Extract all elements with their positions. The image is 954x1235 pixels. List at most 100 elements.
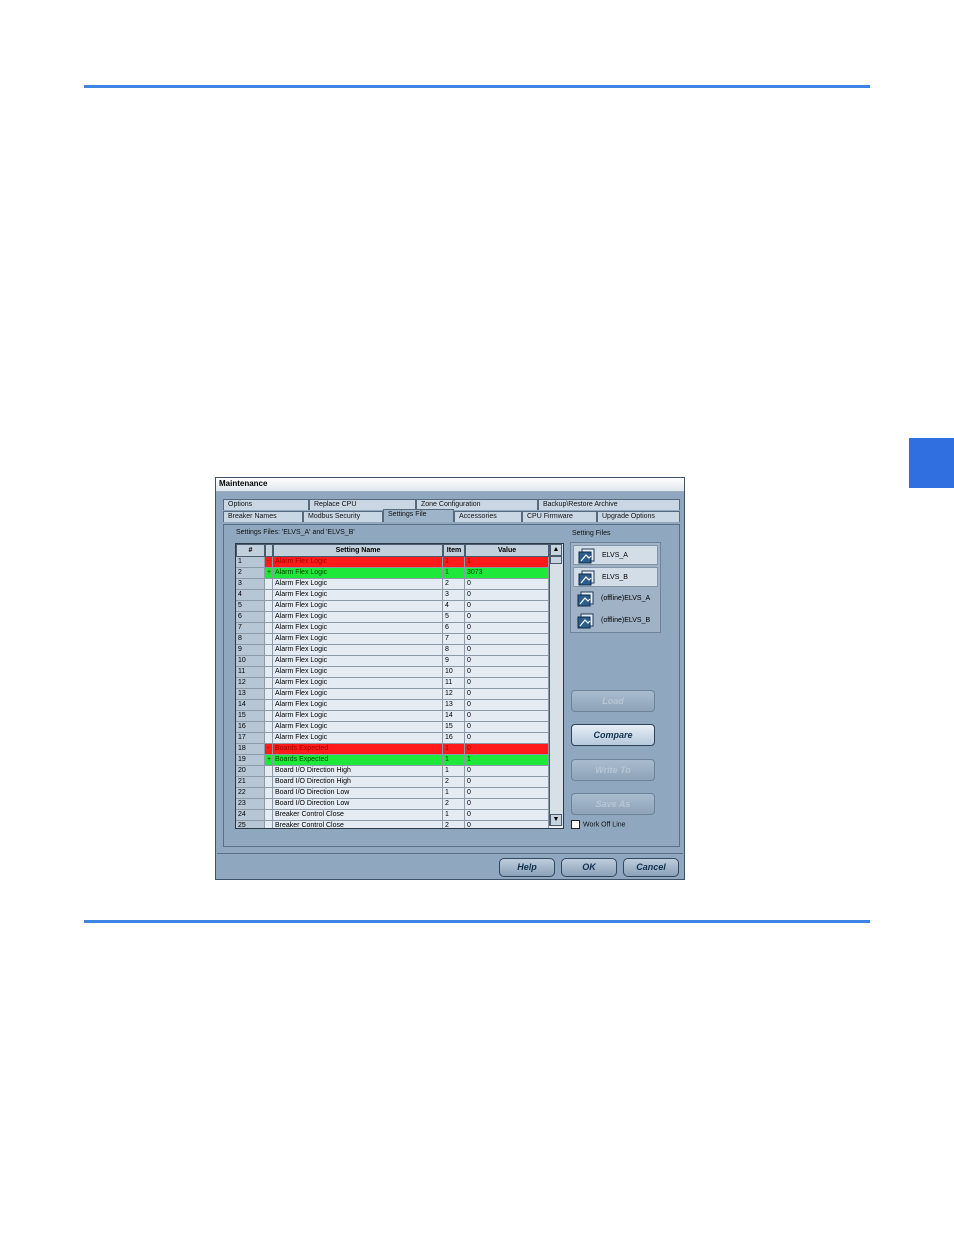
row-item: 5	[443, 612, 465, 623]
title-bar: Maintenance	[216, 478, 684, 492]
row-number: 1	[236, 557, 265, 568]
table-row[interactable]: 4 Alarm Flex Logic 3 0	[236, 590, 549, 601]
save-as-button[interactable]: Save As	[571, 793, 655, 815]
column-header-marker	[265, 544, 273, 557]
row-number: 24	[236, 810, 265, 821]
setting-file-item[interactable]: ELVS_A	[573, 545, 658, 565]
row-diff-marker	[265, 590, 273, 601]
row-diff-marker	[265, 601, 273, 612]
row-number: 4	[236, 590, 265, 601]
table-row[interactable]: 18- Boards Expected 1 0	[236, 744, 549, 755]
table-row[interactable]: 25 Breaker Control Close 2 0	[236, 821, 549, 828]
row-diff-marker	[265, 799, 273, 810]
table-row[interactable]: 21 Board I/O Direction High 2 0	[236, 777, 549, 788]
row-item: 1	[443, 810, 465, 821]
row-item: 2	[443, 799, 465, 810]
row-value: 0	[465, 623, 549, 634]
tab-breaker-names[interactable]: Breaker Names	[223, 511, 303, 522]
row-setting-name: Board I/O Direction Low	[273, 799, 443, 810]
work-off-line-checkbox[interactable]: Work Off Line	[571, 820, 626, 829]
row-diff-marker	[265, 689, 273, 700]
table-row[interactable]: 12 Alarm Flex Logic 11 0	[236, 678, 549, 689]
row-value: 3073	[465, 568, 549, 579]
row-value: 0	[465, 777, 549, 788]
table-row[interactable]: 3 Alarm Flex Logic 2 0	[236, 579, 549, 590]
setting-file-item[interactable]: ELVS_B	[573, 567, 658, 587]
bottom-rule	[84, 920, 870, 923]
row-setting-name: Alarm Flex Logic	[273, 579, 443, 590]
tab-upgrade-options[interactable]: Upgrade Options	[597, 511, 680, 522]
row-number: 21	[236, 777, 265, 788]
write-to-button[interactable]: Write To	[571, 759, 655, 781]
table-row[interactable]: 20 Board I/O Direction High 1 0	[236, 766, 549, 777]
row-setting-name: Alarm Flex Logic	[273, 722, 443, 733]
table-row[interactable]: 15 Alarm Flex Logic 14 0	[236, 711, 549, 722]
table-row[interactable]: 24 Breaker Control Close 1 0	[236, 810, 549, 821]
row-setting-name: Boards Expected	[273, 744, 443, 755]
row-item: 6	[443, 623, 465, 634]
table-row[interactable]: 5 Alarm Flex Logic 4 0	[236, 601, 549, 612]
row-diff-marker	[265, 821, 273, 828]
row-diff-marker	[265, 700, 273, 711]
scroll-thumb[interactable]	[550, 556, 562, 564]
tab-backup-restore-archive[interactable]: Backup\Restore Archive	[538, 499, 680, 510]
row-item: 11	[443, 678, 465, 689]
row-diff-marker	[265, 656, 273, 667]
setting-file-item[interactable]: (offline)ELVS_A	[573, 589, 658, 609]
table-row[interactable]: 11 Alarm Flex Logic 10 0	[236, 667, 549, 678]
cancel-button[interactable]: Cancel	[623, 858, 679, 877]
load-button[interactable]: Load	[571, 690, 655, 712]
row-diff-marker	[265, 711, 273, 722]
scroll-down-arrow-icon[interactable]: ▼	[550, 814, 562, 826]
row-value: 0	[465, 590, 549, 601]
tab-modbus-security[interactable]: Modbus Security	[303, 511, 383, 522]
setting-file-item[interactable]: (offline)ELVS_B	[573, 611, 658, 631]
table-row[interactable]: 17 Alarm Flex Logic 16 0	[236, 733, 549, 744]
table-row[interactable]: 19 + Boards Expected 1 1	[236, 755, 549, 766]
scroll-up-arrow-icon[interactable]: ▲	[550, 544, 562, 556]
tab-settings-file[interactable]: Settings File	[383, 509, 454, 522]
row-number: 23	[236, 799, 265, 810]
ok-button[interactable]: OK	[561, 858, 617, 877]
row-value: 0	[465, 766, 549, 777]
help-button[interactable]: Help	[499, 858, 555, 877]
row-diff-marker	[265, 623, 273, 634]
table-row[interactable]: 16 Alarm Flex Logic 15 0	[236, 722, 549, 733]
table-row[interactable]: 13 Alarm Flex Logic 12 0	[236, 689, 549, 700]
table-row[interactable]: 6 Alarm Flex Logic 5 0	[236, 612, 549, 623]
column-header-value[interactable]: Value	[465, 544, 549, 557]
row-diff-marker: -	[265, 744, 273, 755]
row-setting-name: Breaker Control Close	[273, 810, 443, 821]
column-header-setting-name[interactable]: Setting Name	[273, 544, 443, 557]
table-row[interactable]: 10 Alarm Flex Logic 9 0	[236, 656, 549, 667]
column-header-item[interactable]: Item	[443, 544, 465, 557]
compare-button[interactable]: Compare	[571, 724, 655, 746]
row-setting-name: Alarm Flex Logic	[273, 656, 443, 667]
table-row[interactable]: 22 Board I/O Direction Low 1 0	[236, 788, 549, 799]
tab-accessories[interactable]: Accessories	[454, 511, 522, 522]
tab-options[interactable]: Options	[223, 499, 309, 510]
row-diff-marker: +	[265, 755, 273, 766]
setting-files-caption: Setting Files	[572, 530, 611, 537]
row-value: 0	[465, 579, 549, 590]
chapter-tab-marker	[909, 438, 954, 488]
table-row[interactable]: 1- Alarm Flex Logic 1 1	[236, 557, 549, 568]
row-item: 1	[443, 744, 465, 755]
table-row[interactable]: 23 Board I/O Direction Low 2 0	[236, 799, 549, 810]
column-header-number[interactable]: #	[236, 544, 265, 557]
row-item: 8	[443, 645, 465, 656]
row-diff-marker	[265, 645, 273, 656]
table-row[interactable]: 9 Alarm Flex Logic 8 0	[236, 645, 549, 656]
grid-vertical-scrollbar[interactable]: ▲ ▼	[549, 544, 563, 826]
table-row[interactable]: 8 Alarm Flex Logic 7 0	[236, 634, 549, 645]
tab-cpu-firmware[interactable]: CPU Firmware	[522, 511, 597, 522]
row-number: 17	[236, 733, 265, 744]
table-row[interactable]: 2 + Alarm Flex Logic 1 3073	[236, 568, 549, 579]
row-setting-name: Alarm Flex Logic	[273, 700, 443, 711]
table-row[interactable]: 14 Alarm Flex Logic 13 0	[236, 700, 549, 711]
checkbox-box[interactable]	[571, 820, 580, 829]
row-setting-name: Alarm Flex Logic	[273, 623, 443, 634]
row-number: 9	[236, 645, 265, 656]
table-row[interactable]: 7 Alarm Flex Logic 6 0	[236, 623, 549, 634]
row-setting-name: Boards Expected	[273, 755, 443, 766]
